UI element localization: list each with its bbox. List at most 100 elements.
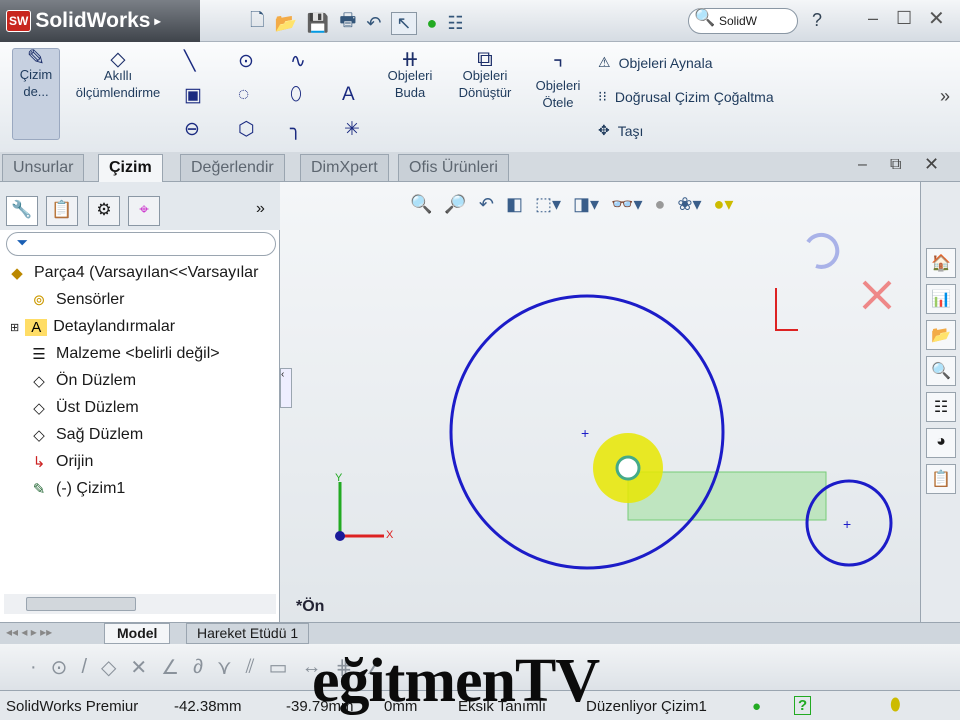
help-button[interactable]: ? — [812, 10, 822, 31]
view-name-label: *Ön — [296, 598, 325, 615]
polygon-icon[interactable]: ◇ — [101, 655, 116, 680]
options-icon[interactable]: ☷ — [447, 13, 463, 34]
tab-model[interactable]: Model — [104, 623, 171, 644]
line-icon[interactable]: / — [81, 656, 87, 679]
feature-tree-tab[interactable]: 🔧 — [6, 196, 38, 226]
origin-icon: ↳ — [32, 454, 46, 471]
extend-icon[interactable]: ∠ — [161, 655, 179, 680]
point-icon[interactable]: · — [30, 656, 37, 679]
chamfer-icon[interactable]: ⋎ — [217, 655, 232, 680]
design-library-icon[interactable]: ☷ — [926, 392, 956, 422]
mirror-button[interactable]: ⚠ Objeleri Aynala — [598, 54, 712, 71]
custom-properties-icon[interactable]: 📋 — [926, 464, 956, 494]
slot-icon[interactable]: ⊖ — [184, 118, 200, 141]
horizontal-scrollbar[interactable] — [4, 594, 276, 614]
minimize-button[interactable]: – — [868, 8, 878, 29]
tree-item-part[interactable]: ◆ Parça4 (Varsayılan<<Varsayılar — [6, 264, 258, 282]
new-icon[interactable]: 🗋 — [250, 8, 264, 38]
panel-collapse-handle[interactable]: ‹ — [280, 368, 292, 408]
tab-features[interactable]: Unsurlar — [2, 154, 85, 182]
tab-office-products[interactable]: Ofis Ürünleri — [398, 154, 509, 182]
dimension-icon: ⬦ — [110, 46, 126, 71]
panel-expand-icon[interactable]: » — [256, 200, 265, 218]
annotation-icon: A — [25, 318, 48, 336]
tab-motion-study[interactable]: Hareket Etüdü 1 — [186, 623, 310, 644]
mirror-icon: ⚠ — [598, 54, 611, 70]
rebuild-icon[interactable]: ● — [427, 13, 438, 34]
axis-y-label: Y — [335, 472, 343, 484]
trim-icon[interactable]: ✕ — [130, 655, 147, 680]
app-logo[interactable]: SW SolidWorks ▸ — [0, 0, 200, 42]
center-mark: + — [843, 516, 851, 532]
convert-icon[interactable]: ▭ — [269, 655, 288, 680]
text-icon[interactable]: A — [342, 84, 355, 106]
tree-filter-input[interactable]: ⏷ — [6, 232, 276, 256]
dimxpert-tab[interactable]: ⌖ — [128, 196, 160, 226]
tree-item-annotations[interactable]: ⊞ A Detaylandırmalar — [10, 318, 175, 336]
trim-button[interactable]: ⧺ Objeleri Buda — [380, 48, 440, 101]
cursor-point-icon — [615, 455, 641, 481]
watermark: eğitmenTV — [312, 647, 600, 715]
open-icon[interactable]: 📂 — [274, 13, 296, 34]
circle-icon[interactable]: ⊙ — [51, 655, 68, 680]
appearances-icon[interactable]: ◕ — [926, 428, 956, 458]
tag-icon[interactable]: ⬮ — [890, 695, 901, 715]
doc-minimize-button[interactable]: – — [858, 156, 867, 174]
tree-item-top-plane[interactable]: ◇ Üst Düzlem — [28, 399, 138, 417]
tab-dimxpert[interactable]: DimXpert — [300, 154, 389, 182]
home-icon[interactable]: 🏠 — [926, 248, 956, 278]
cancel-sketch-icon[interactable] — [862, 280, 892, 310]
save-icon[interactable]: 💾 — [307, 13, 329, 34]
spline-icon[interactable]: ∿ — [290, 50, 306, 73]
tree-item-right-plane[interactable]: ◇ Sağ Düzlem — [28, 426, 143, 444]
linear-pattern-button[interactable]: ⁝⁝ Doğrusal Çizim Çoğaltma — [598, 88, 774, 105]
print-icon[interactable]: 🖶 — [339, 8, 356, 38]
tab-scroll-arrows[interactable]: ◂◂ ◂ ▸ ▸▸ — [6, 625, 52, 639]
line-icon[interactable]: ╲ — [184, 50, 195, 73]
ellipse-icon[interactable]: ⬯ — [290, 84, 302, 106]
fillet-icon[interactable]: ╮ — [290, 118, 301, 141]
graphics-viewport[interactable]: 🔍 🔎 ↶ ◧ ⬚▾ ◨▾ 👓▾ ● ❀▾ ●▾ + + Y X *Ön ‹ — [280, 182, 920, 622]
command-manager: ✎ Çizim de... ⬦ Akıllı ölçümlendirme ╲ ⊙ ∿… — [0, 42, 960, 152]
file-explorer-icon[interactable]: 📂 — [926, 320, 956, 350]
doc-restore-button[interactable]: ⧉ — [890, 156, 901, 174]
maximize-button[interactable]: ☐ — [896, 8, 912, 29]
close-button[interactable]: ✕ — [928, 6, 945, 31]
resources-icon[interactable]: 📊 — [926, 284, 956, 314]
tree-item-front-plane[interactable]: ◇ Ön Düzlem — [28, 372, 136, 390]
configuration-tab[interactable]: ⚙ — [88, 196, 120, 226]
center-mark: + — [581, 425, 589, 441]
plane-icon: ◇ — [33, 427, 45, 444]
tree-item-sketch1[interactable]: ✎ (-) Çizim1 — [28, 480, 126, 498]
polygon-icon[interactable]: ⬡ — [238, 118, 255, 141]
tree-item-sensors[interactable]: ⊚ Sensörler — [28, 291, 125, 309]
view-palette-icon[interactable]: 🔍 — [926, 356, 956, 386]
fillet-icon[interactable]: ∂ — [193, 656, 203, 679]
doc-close-button[interactable]: ✕ — [924, 154, 939, 175]
command-tabs: Unsurlar Çizim Değerlendir DimXpert Ofis… — [0, 152, 960, 182]
sketch-button[interactable]: ✎ Çizim de... — [12, 47, 60, 140]
arc-icon[interactable]: ◌ — [238, 84, 249, 106]
circle-icon[interactable]: ⊙ — [238, 50, 254, 73]
point-icon[interactable]: ✳ — [344, 118, 360, 141]
sketch-canvas[interactable]: + + — [280, 182, 920, 622]
tab-sketch[interactable]: Çizim — [98, 154, 163, 182]
offset-icon[interactable]: ⫽ — [246, 656, 255, 679]
app-title: SolidWorks — [35, 9, 151, 32]
tab-evaluate[interactable]: Değerlendir — [180, 154, 285, 182]
convert-button[interactable]: ⧉ Objeleri Dönüştür — [450, 48, 520, 101]
undo-icon[interactable]: ↶ — [366, 13, 381, 34]
select-icon[interactable]: ↖ — [391, 11, 417, 35]
offset-button[interactable]: ⌝ Objeleri Ötele — [528, 58, 588, 111]
tree-item-origin[interactable]: ↳ Orijin — [28, 453, 94, 471]
help-icon[interactable]: ? — [794, 696, 812, 715]
ribbon-expand-icon[interactable]: » — [940, 86, 950, 107]
rectangle-icon[interactable]: ▣ — [184, 84, 202, 107]
tree-item-material[interactable]: ☰ Malzeme <belirli değil> — [28, 345, 219, 363]
exit-sketch-icon[interactable] — [806, 232, 840, 269]
smart-dimension-button[interactable]: ⬦ Akıllı ölçümlendirme — [66, 46, 170, 101]
move-button[interactable]: ✥ Taşı — [598, 122, 643, 139]
x-coordinate: -42.38mm — [174, 698, 242, 715]
property-manager-tab[interactable]: 📋 — [46, 196, 78, 226]
task-pane: 🏠 📊 📂 🔍 ☷ ◕ 📋 — [920, 182, 960, 622]
